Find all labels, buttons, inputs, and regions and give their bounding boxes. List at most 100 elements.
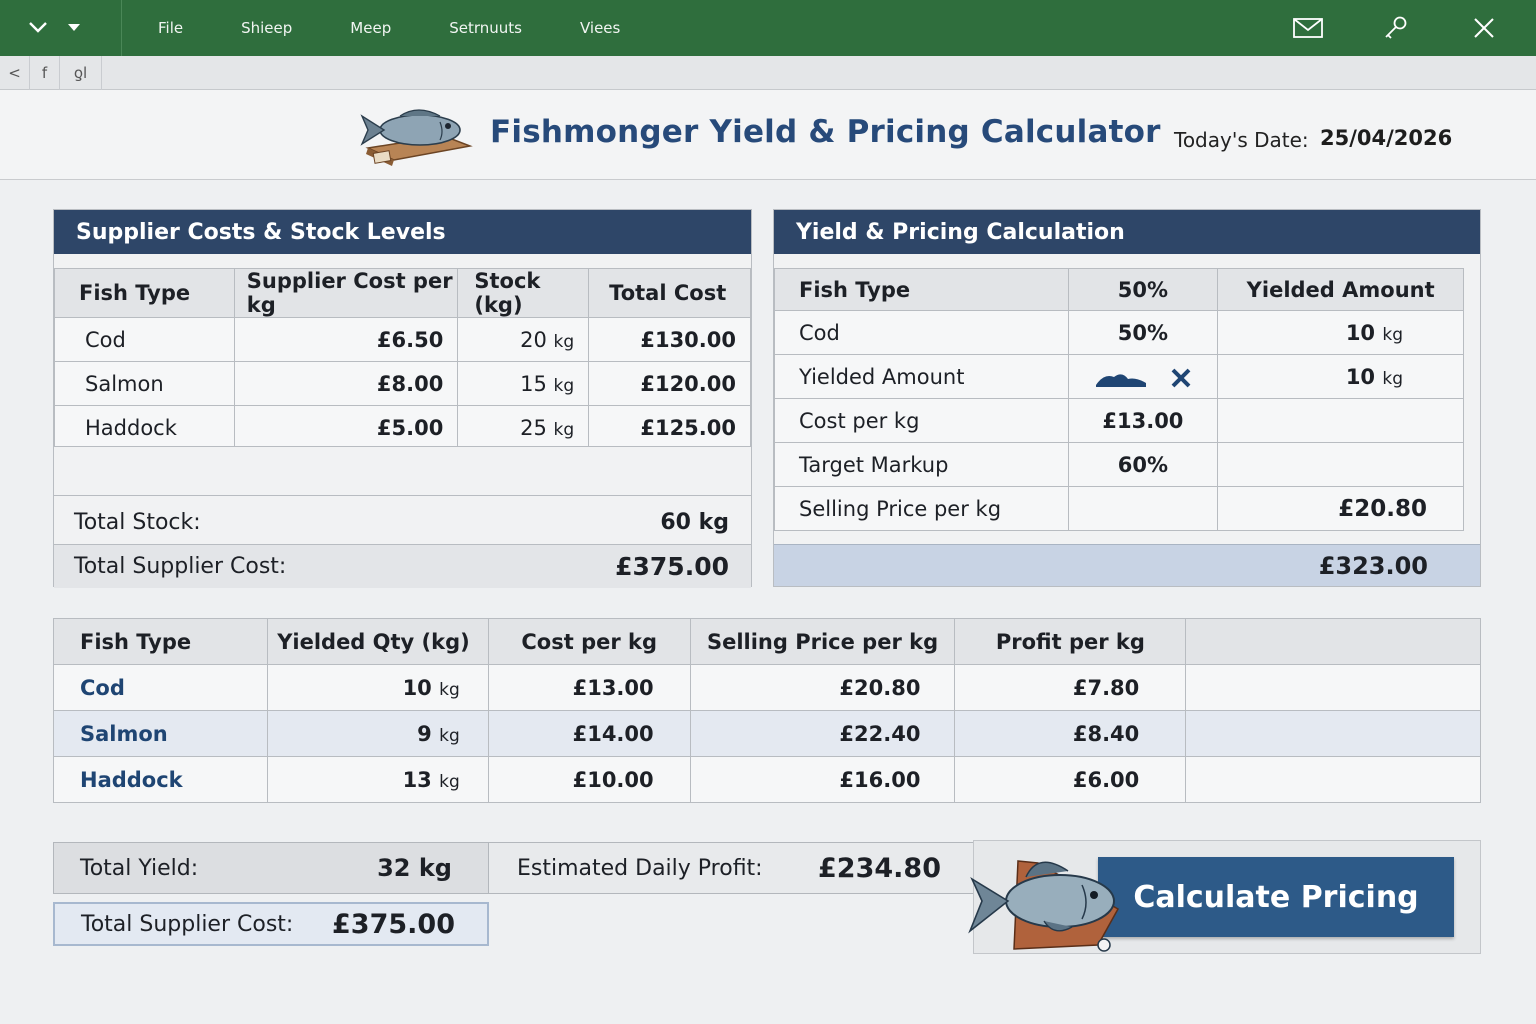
yielded-qty-cell[interactable]: 9 kg [266,710,489,757]
total-cost-cell[interactable]: £120.00 [588,361,751,406]
selling-price-cell[interactable]: £16.00 [689,756,956,803]
stock-cell[interactable]: 15 kg [457,361,590,406]
yield-total-value: £323.00 [1318,551,1428,580]
fish-type-cell[interactable]: Salmon [54,361,235,406]
tool-icon[interactable] [1170,367,1192,389]
column-header: Fish Type [774,268,1069,311]
menu-item-shieep[interactable]: Shieep [241,19,292,37]
function-button[interactable]: f [30,55,60,90]
wave-icon [1095,373,1146,387]
table-row: Cod £6.50 20 kg £130.00 [54,317,751,362]
qty-value: 9 [417,721,432,746]
column-header: Profit per kg [954,618,1187,665]
qty-value: 13 [402,767,432,792]
menu-item-settings[interactable]: Setrnuuts [449,19,522,37]
table-row: Salmon £8.00 15 kg £120.00 [54,361,751,406]
menu-item-file[interactable]: File [158,19,183,37]
table-row: Yielded Amount 10 kg [774,354,1464,399]
qty-value: 10 [402,675,432,700]
column-header: Cost per kg [487,618,691,665]
fish-type-cell[interactable]: Cod [54,317,235,362]
table-row: Cod 50% 10 kg [774,310,1464,355]
fish-type-cell[interactable]: Cod [53,664,268,711]
column-header: Yielded Qty (kg) [266,618,489,665]
column-header: Fish Type [53,618,268,665]
cost-per-kg-cell[interactable]: £13.00 [1067,398,1219,443]
menu-bar: File Shieep Meep Setrnuuts Viees [158,19,678,37]
column-header: Total Cost [588,268,751,318]
title-bar-actions [1286,0,1536,56]
table-row: Salmon 9 kg £14.00 £22.40 £8.40 [53,710,1481,757]
key-icon[interactable] [1374,0,1418,56]
stock-cell[interactable]: 20 kg [457,317,590,362]
unit-label: kg [439,679,460,700]
column-header [1185,618,1481,665]
profit-cell[interactable]: £7.80 [954,664,1187,711]
format-button[interactable]: ƍl [60,55,102,90]
cost-cell[interactable]: £8.00 [233,361,459,406]
cost-cell[interactable]: £5.00 [233,405,459,450]
calculate-pricing-button[interactable]: Calculate Pricing [1098,857,1454,937]
unit-label: kg [553,419,575,440]
empty-cell [1185,710,1481,757]
column-header: Supplier Cost per kg [233,268,459,318]
total-cost-cell[interactable]: £125.00 [588,405,751,450]
total-supplier-cost-value: £375.00 [615,552,729,581]
total-yield-box: Total Yield: 32 kg [53,842,489,894]
row-label: Selling Price per kg [774,486,1069,531]
menu-item-meep[interactable]: Meep [350,19,391,37]
empty-cell [1217,398,1464,443]
menu-item-views[interactable]: Viees [580,19,620,37]
profit-cell[interactable]: £6.00 [954,756,1187,803]
cost-cell[interactable]: £14.00 [487,710,691,757]
selling-price-cell[interactable]: £22.40 [689,710,956,757]
row-label: Cod [774,310,1069,355]
fish-icon [968,860,1120,952]
profit-cell[interactable]: £8.40 [954,710,1187,757]
icon-cell [1067,354,1219,399]
cost-cell[interactable]: £13.00 [487,664,691,711]
chevron-down-icon[interactable] [28,18,64,39]
date-label: Today's Date: [1174,128,1309,152]
total-supplier-cost-value: £375.00 [332,908,455,940]
yielded-amount-cell[interactable]: 10 kg [1217,310,1464,355]
table-row: Haddock 13 kg £10.00 £16.00 £6.00 [53,756,1481,803]
unit-label: kg [553,375,575,396]
cost-cell[interactable]: £6.50 [233,317,459,362]
daily-profit-value: £234.80 [818,852,941,884]
mail-icon[interactable] [1286,0,1330,56]
stock-value: 15 [520,371,547,396]
target-markup-cell[interactable]: 60% [1067,442,1219,487]
daily-profit-label: Estimated Daily Profit: [517,855,763,881]
yielded-qty-cell[interactable]: 10 kg [266,664,489,711]
close-icon[interactable] [1462,0,1506,56]
back-button[interactable]: < [0,55,30,90]
cost-cell[interactable]: £10.00 [487,756,691,803]
total-stock-label: Total Stock: [74,509,201,535]
title-bar: File Shieep Meep Setrnuuts Viees [0,0,1536,56]
yielded-amount-cell[interactable]: 10 kg [1217,354,1464,399]
dropdown-arrow-icon[interactable] [68,21,98,35]
yield-percent-cell[interactable]: 50% [1067,310,1219,355]
column-header: Stock (kg) [457,268,590,318]
yielded-qty-cell[interactable]: 13 kg [266,756,489,803]
empty-cell [1185,756,1481,803]
total-supplier-cost-label: Total Supplier Cost: [81,911,294,937]
table-header-row: Fish Type Yielded Qty (kg) Cost per kg S… [53,618,1481,665]
amount-value: 10 [1345,364,1376,389]
selling-price-cell[interactable]: £20.80 [689,664,956,711]
row-label: Cost per kg [774,398,1069,443]
total-supplier-cost-label: Total Supplier Cost: [74,554,287,579]
stock-value: 25 [520,415,547,440]
total-supplier-cost-row: Total Supplier Cost: £375.00 [54,544,751,588]
table-row: Cost per kg £13.00 [774,398,1464,443]
selling-price-cell[interactable]: £20.80 [1217,486,1464,531]
fish-type-cell[interactable]: Salmon [53,710,268,757]
table-row: Haddock £5.00 25 kg £125.00 [54,405,751,450]
fish-type-cell[interactable]: Haddock [54,405,235,450]
stock-cell[interactable]: 25 kg [457,405,590,450]
supplier-panel: Supplier Costs & Stock Levels Fish Type … [53,209,752,588]
fish-type-cell[interactable]: Haddock [53,756,268,803]
total-cost-cell[interactable]: £130.00 [588,317,751,362]
app-header: Fishmonger Yield & Pricing Calculator To… [0,90,1536,180]
